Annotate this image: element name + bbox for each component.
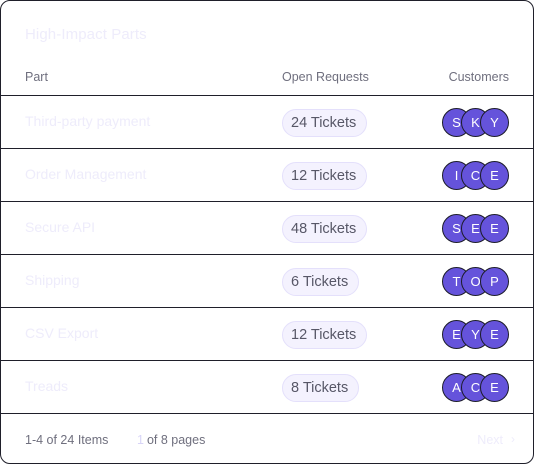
part-name: CSV Export [25,325,99,341]
avatar[interactable]: P [480,267,509,296]
column-header-part: Part [25,70,48,84]
avatar[interactable]: E [480,373,509,402]
card-title: High-Impact Parts [25,26,147,43]
column-header-customers: Customers [448,70,509,84]
avatar[interactable]: E [480,214,509,243]
customer-avatars: T O P [442,267,509,296]
table-row[interactable]: Treads 8 Tickets A C E [1,360,533,413]
tickets-badge[interactable]: 24 Tickets [282,109,368,137]
chevron-right-icon[interactable]: › [511,432,515,446]
customer-avatars: S E E [442,214,509,243]
column-header-open-requests: Open Requests [282,70,369,84]
customer-avatars: A C E [442,373,509,402]
part-name: Treads [25,378,69,394]
part-name: Shipping [25,272,80,288]
pagination-footer: 1-4 of 24 Items 1 of 8 pages Next › [1,413,533,463]
next-button[interactable]: Next [477,433,503,447]
part-name: Secure API [25,219,96,235]
tickets-badge[interactable]: 12 Tickets [282,321,368,349]
part-name: Third-party payment [25,113,151,129]
part-name: Order Management [25,166,147,182]
table-row[interactable]: Third-party payment 24 Tickets S K Y [1,95,533,148]
tickets-badge[interactable]: 48 Tickets [282,215,368,243]
tickets-badge[interactable]: 12 Tickets [282,162,368,190]
avatar[interactable]: Y [480,108,509,137]
customer-avatars: I C E [442,161,509,190]
page-indicator: 1 of 8 pages [137,433,205,447]
table-row[interactable]: Secure API 48 Tickets S E E [1,201,533,254]
high-impact-parts-card: High-Impact Parts Part Open Requests Cus… [0,0,534,464]
pages-suffix: of 8 pages [146,433,206,447]
customer-avatars: S K Y [442,108,509,137]
table-body: Third-party payment 24 Tickets S K Y Ord… [1,95,533,413]
avatar[interactable]: E [480,320,509,349]
avatar[interactable]: E [480,161,509,190]
table-row[interactable]: Shipping 6 Tickets T O P [1,254,533,307]
table-header: Part Open Requests Customers [1,69,533,95]
tickets-badge[interactable]: 8 Tickets [282,374,360,402]
customer-avatars: E Y E [442,320,509,349]
table-row[interactable]: CSV Export 12 Tickets E Y E [1,307,533,360]
items-summary: 1-4 of 24 Items [25,433,109,447]
tickets-badge[interactable]: 6 Tickets [282,268,360,296]
table-row[interactable]: Order Management 12 Tickets I C E [1,148,533,201]
current-page-input[interactable]: 1 [137,433,144,447]
